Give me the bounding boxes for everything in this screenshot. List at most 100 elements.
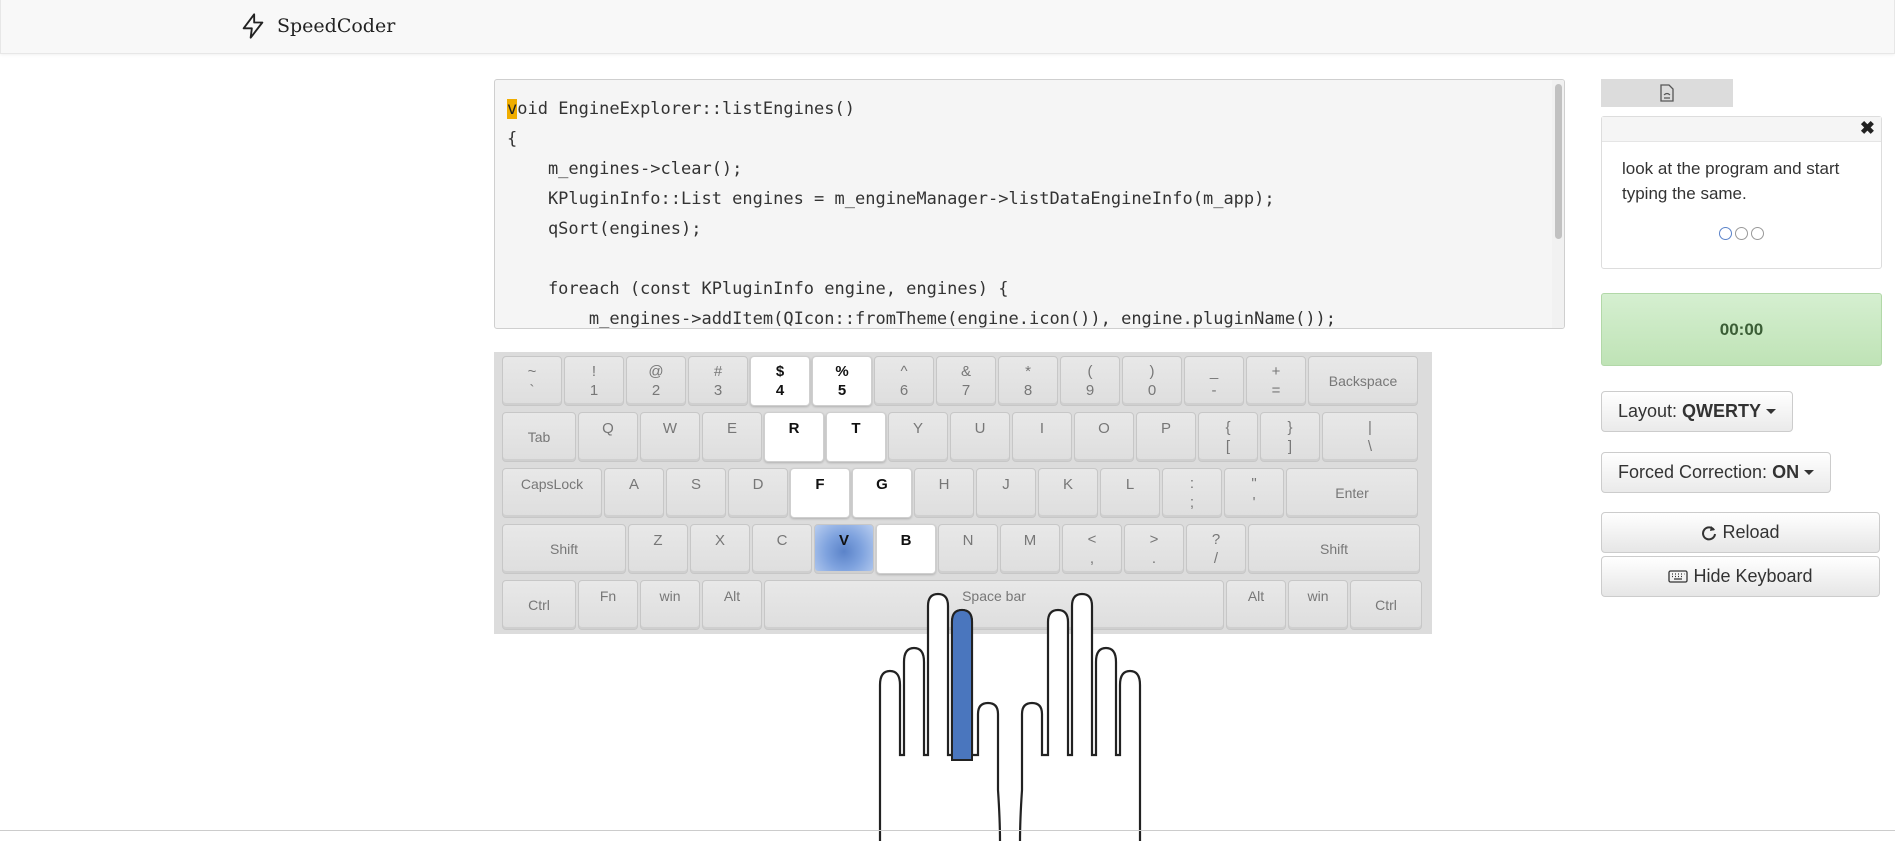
layout-value: QWERTY	[1682, 401, 1762, 421]
key-win[interactable]: win	[640, 580, 700, 630]
key-c[interactable]: C	[752, 524, 812, 574]
key-;[interactable]: :;	[1162, 468, 1222, 518]
key-capslock[interactable]: CapsLock	[502, 468, 602, 518]
key-shift-label: $	[775, 363, 785, 380]
key-label: I	[1039, 420, 1045, 437]
typing-cursor: v	[507, 99, 518, 119]
code-line: void EngineExplorer::listEngines()	[507, 94, 1544, 124]
key-label: Ctrl	[528, 596, 550, 613]
hide-keyboard-button[interactable]: Hide Keyboard	[1601, 556, 1880, 597]
active-finger	[951, 608, 973, 761]
key-alt[interactable]: Alt	[702, 580, 762, 630]
key-enter[interactable]: Enter	[1286, 468, 1418, 518]
key-][interactable]: }]	[1260, 412, 1320, 462]
key-shift-label: %	[835, 363, 849, 380]
key-/[interactable]: ? /	[1186, 524, 1246, 574]
key-label: O	[1098, 420, 1110, 437]
key-j[interactable]: J	[976, 468, 1036, 518]
key-u[interactable]: U	[950, 412, 1010, 462]
forced-correction-dropdown[interactable]: Forced Correction: ON	[1601, 452, 1832, 493]
step-indicator	[1602, 227, 1881, 240]
step-dot[interactable]	[1719, 227, 1732, 240]
key-alt[interactable]: Alt	[1226, 580, 1286, 630]
key-p[interactable]: P	[1136, 412, 1196, 462]
document-icon	[1660, 84, 1674, 102]
key-shift-label: ^	[900, 363, 908, 380]
key-4[interactable]: $4	[750, 356, 810, 406]
key-label: [	[1225, 438, 1231, 455]
key-e[interactable]: E	[702, 412, 762, 462]
step-dot[interactable]	[1751, 227, 1764, 240]
close-icon[interactable]: ✖	[1860, 118, 1875, 139]
hide-keyboard-label: Hide Keyboard	[1693, 566, 1813, 586]
layout-dropdown[interactable]: Layout: QWERTY	[1601, 391, 1794, 432]
key-tab[interactable]: Tab	[502, 412, 576, 462]
key-label: 3	[713, 382, 723, 399]
key-b[interactable]: B	[876, 524, 936, 574]
key-d[interactable]: D	[728, 468, 788, 518]
key-shift[interactable]: Shift	[1248, 524, 1420, 574]
key-,[interactable]: <,	[1062, 524, 1122, 574]
key-n[interactable]: N	[938, 524, 998, 574]
layout-label: Layout:	[1618, 401, 1678, 421]
reload-label: Reload	[1722, 522, 1780, 542]
instruction-panel: ✖ look at the program and start typing t…	[1601, 116, 1882, 269]
key-h[interactable]: H	[914, 468, 974, 518]
key-ctrl[interactable]: Ctrl	[1350, 580, 1422, 630]
brand-link[interactable]: SpeedCoder	[239, 6, 395, 46]
key-1[interactable]: ! 1	[564, 356, 624, 406]
key-label: 6	[899, 382, 909, 399]
key-f[interactable]: F	[790, 468, 850, 518]
key-9[interactable]: (9	[1060, 356, 1120, 406]
scroll-thumb[interactable]	[1555, 84, 1562, 239]
key-i[interactable]: I	[1012, 412, 1072, 462]
key-label: Fn	[599, 588, 617, 604]
key-shift[interactable]: Shift	[502, 524, 626, 574]
key--[interactable]: _ -	[1184, 356, 1244, 406]
code-scrollbar[interactable]	[1552, 80, 1564, 328]
key-q[interactable]: Q	[578, 412, 638, 462]
key-5[interactable]: % 5	[812, 356, 872, 406]
caret-down-icon	[1766, 409, 1777, 414]
key-z[interactable]: Z	[628, 524, 688, 574]
key-v[interactable]: V	[814, 524, 874, 574]
notes-tab[interactable]	[1601, 79, 1733, 107]
key-0[interactable]: ) 0	[1122, 356, 1182, 406]
key-a[interactable]: A	[604, 468, 664, 518]
key-l[interactable]: L	[1100, 468, 1160, 518]
key-8[interactable]: * 8	[998, 356, 1058, 406]
key-shift-label: "	[1251, 475, 1257, 492]
key-fn[interactable]: Fn	[578, 580, 638, 630]
key-r[interactable]: R	[764, 412, 824, 462]
key-g[interactable]: G	[852, 468, 912, 518]
key-3[interactable]: #3	[688, 356, 748, 406]
key-win[interactable]: win	[1288, 580, 1348, 630]
key-t[interactable]: T	[826, 412, 886, 462]
key-w[interactable]: W	[640, 412, 700, 462]
key-o[interactable]: O	[1074, 412, 1134, 462]
key-\[interactable]: | \	[1322, 412, 1418, 462]
step-dot[interactable]	[1735, 227, 1748, 240]
reload-button[interactable]: Reload	[1601, 512, 1880, 553]
key-label: K	[1062, 476, 1073, 493]
key-backspace[interactable]: Backspace	[1308, 356, 1418, 406]
key-2[interactable]: @2	[626, 356, 686, 406]
key-s[interactable]: S	[666, 468, 726, 518]
key-x[interactable]: X	[690, 524, 750, 574]
key-ctrl[interactable]: Ctrl	[502, 580, 576, 630]
key-`[interactable]: ~ `	[502, 356, 562, 406]
key-'[interactable]: " '	[1224, 468, 1284, 518]
code-display[interactable]: void EngineExplorer::listEngines() { m_e…	[494, 79, 1565, 329]
key-.[interactable]: >.	[1124, 524, 1184, 574]
key-[[interactable]: {[	[1198, 412, 1258, 462]
key-m[interactable]: M	[1000, 524, 1060, 574]
key-=[interactable]: + =	[1246, 356, 1306, 406]
key-y[interactable]: Y	[888, 412, 948, 462]
keyboard-icon	[1668, 570, 1689, 583]
timer-display: 00:00	[1601, 293, 1882, 366]
key-7[interactable]: & 7	[936, 356, 996, 406]
key-label: CapsLock	[520, 476, 584, 492]
key-6[interactable]: ^ 6	[874, 356, 934, 406]
key-label: 4	[775, 382, 785, 399]
key-k[interactable]: K	[1038, 468, 1098, 518]
